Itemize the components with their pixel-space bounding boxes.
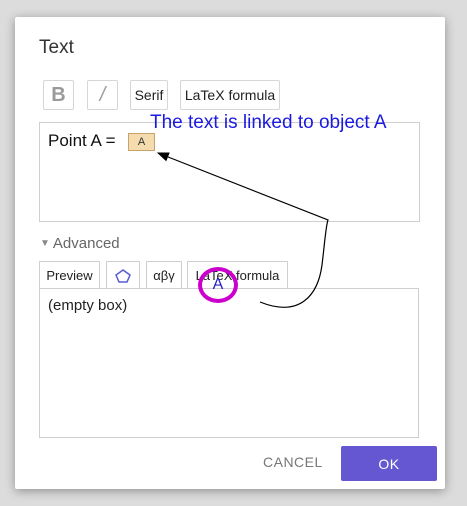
annotation-arrow <box>156 152 329 308</box>
